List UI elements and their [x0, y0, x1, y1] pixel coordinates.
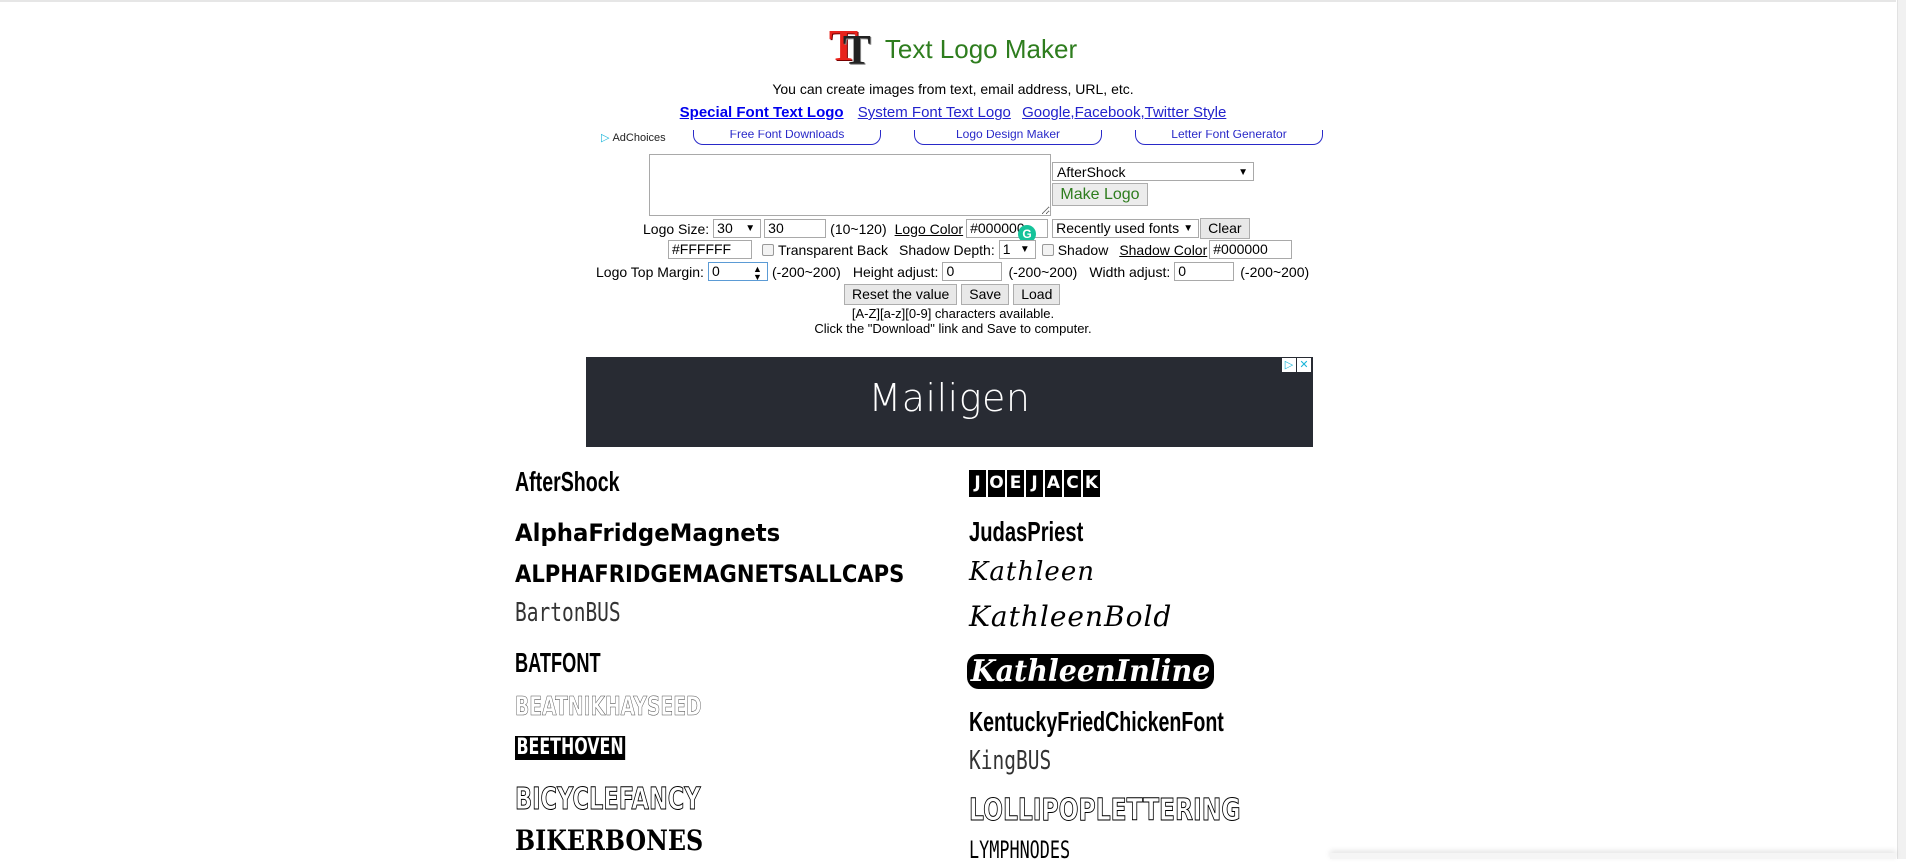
- close-icon[interactable]: ✕: [1297, 358, 1311, 372]
- browser-top-border: [0, 0, 1896, 2]
- background-color-input[interactable]: #FFFFFF: [668, 240, 752, 259]
- top-margin-stepper[interactable]: 0 ▲ ▼: [707, 262, 768, 282]
- font-item[interactable]: AlphaFridgeMagnets: [515, 519, 780, 547]
- load-button[interactable]: Load: [1013, 284, 1061, 305]
- font-item[interactable]: LOLLIPOPLETTERING: [969, 793, 1241, 829]
- font-item[interactable]: AfterShock: [515, 466, 620, 498]
- font-item[interactable]: KathleenBold: [969, 600, 1172, 633]
- adchoices-icon: ▷: [601, 132, 610, 144]
- save-button[interactable]: Save: [961, 284, 1010, 305]
- adchoices[interactable]: ▷ AdChoices: [601, 131, 666, 145]
- ad-links-row: ▷ AdChoices Free Font Downloads Logo Des…: [601, 130, 1323, 146]
- ad-link-free-font-downloads[interactable]: Free Font Downloads: [693, 130, 881, 145]
- joejack-letter-tile: K: [1083, 470, 1100, 497]
- font-item[interactable]: KentuckyFriedChickenFont: [969, 706, 1224, 738]
- height-adjust-input[interactable]: 0: [942, 262, 1003, 281]
- font-item[interactable]: BartonBUS: [515, 598, 621, 628]
- bottom-overlay-edge: [1330, 853, 1896, 859]
- tt-logo-icon: T T: [828, 21, 871, 74]
- font-item[interactable]: KathleenInline: [967, 654, 1215, 689]
- site-subtitle: You can create images from text, email a…: [772, 81, 1134, 97]
- spinner-icon[interactable]: ▲ ▼: [753, 265, 762, 282]
- font-item[interactable]: BEETHOVEN: [515, 736, 626, 760]
- font-item[interactable]: KingBUS: [969, 746, 1051, 776]
- ad-link-letter-font-generator[interactable]: Letter Font Generator: [1135, 130, 1323, 145]
- chevron-down-icon: ▼: [1183, 223, 1194, 234]
- shadow-color-link[interactable]: Shadow Color: [1119, 242, 1207, 258]
- font-item[interactable]: ALPHAFRIDGEMAGNETSALLCAPS: [515, 560, 904, 588]
- shadow-color-input[interactable]: #000000: [1209, 240, 1293, 259]
- adchoices-icon[interactable]: ▷: [1282, 358, 1296, 372]
- joejack-letter-tile: C: [1064, 470, 1081, 497]
- joejack-letter-tile: J: [1026, 470, 1043, 497]
- font-item[interactable]: BEATNIKHAYSEED: [515, 692, 702, 723]
- font-item[interactable]: Kathleen: [969, 557, 1095, 587]
- width-adjust-input[interactable]: 0: [1174, 262, 1235, 281]
- vertical-scrollbar[interactable]: [1897, 0, 1906, 859]
- charset-info: [A-Z][a-z][0-9] characters available.: [851, 306, 1055, 321]
- brand[interactable]: T T Text Logo Maker: [828, 21, 1078, 74]
- shadow-depth-select[interactable]: 1 ▼: [998, 240, 1036, 259]
- chevron-down-icon: ▼: [745, 223, 756, 234]
- ad-link-logo-design-maker[interactable]: Logo Design Maker: [914, 130, 1102, 145]
- transparent-back-checkbox[interactable]: [762, 243, 774, 256]
- mode-nav: Special Font Text Logo System Font Text …: [0, 104, 1906, 121]
- recent-fonts-select[interactable]: Recently used fonts ▼: [1052, 219, 1200, 238]
- joejack-letter-tile: J: [969, 470, 986, 497]
- make-logo-button[interactable]: Make Logo: [1052, 183, 1148, 206]
- download-info: Click the "Download" link and Save to co…: [814, 321, 1092, 336]
- logo-size-select[interactable]: 30 ▼: [713, 219, 762, 238]
- joejack-letter-tile: E: [1007, 470, 1024, 497]
- shadow-checkbox[interactable]: [1041, 243, 1054, 256]
- font-item[interactable]: BIKERBONES: [515, 824, 703, 857]
- font-item[interactable]: JudasPriest: [969, 516, 1083, 548]
- logo-size-input[interactable]: 30: [764, 219, 827, 238]
- font-select[interactable]: AfterShock ▼: [1052, 162, 1254, 181]
- banner-ad[interactable]: Mailigen ▷ ✕: [586, 357, 1313, 447]
- chevron-down-icon: ▼: [1238, 167, 1248, 178]
- font-item[interactable]: BICYCLEFANCY: [515, 782, 701, 818]
- nav-special-font[interactable]: Special Font Text Logo: [680, 104, 844, 121]
- font-item[interactable]: BATFONT: [515, 647, 601, 679]
- chevron-down-icon: ▼: [1019, 244, 1030, 255]
- controls-row-4: Reset the value Save Load: [844, 284, 1061, 305]
- controls-row-3: Logo Top Margin: 0 ▲ ▼ (-200~200) Height …: [596, 262, 1310, 282]
- logo-color-link[interactable]: Logo Color: [895, 221, 964, 237]
- joejack-letter-tile: A: [1045, 470, 1062, 497]
- site-title: Text Logo Maker: [884, 33, 1078, 64]
- controls-row-1: Logo Size: 30 ▼ 30 (10~120) Logo Color #…: [643, 218, 1250, 239]
- font-item[interactable]: JOEJACK: [969, 470, 1100, 497]
- ad-brand-name: Mailigen: [868, 376, 1031, 420]
- site-header: T T Text Logo Maker: [0, 24, 1906, 73]
- controls-row-2: #FFFFFF Transparent Back Shadow Depth: 1…: [668, 240, 1293, 259]
- font-item[interactable]: LYMPHNODES: [969, 836, 1070, 864]
- joejack-letter-tile: O: [988, 470, 1005, 497]
- logo-text-input[interactable]: [649, 154, 1051, 216]
- nav-system-font[interactable]: System Font Text Logo: [858, 104, 1011, 121]
- clear-button[interactable]: Clear: [1200, 218, 1250, 239]
- nav-social-style[interactable]: Google,Facebook,Twitter Style: [1022, 104, 1226, 121]
- reset-button[interactable]: Reset the value: [844, 284, 958, 305]
